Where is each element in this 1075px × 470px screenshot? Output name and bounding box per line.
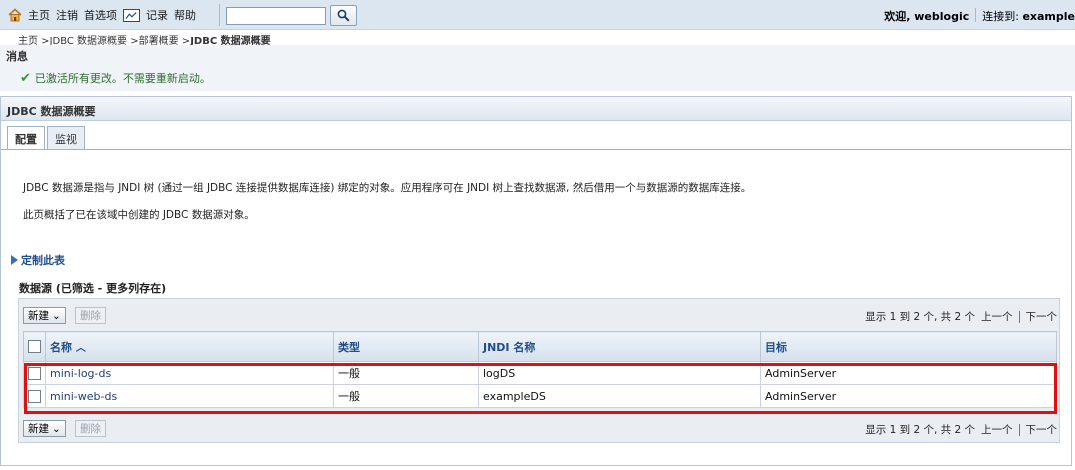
- column-header-target[interactable]: 目标: [760, 331, 1057, 362]
- select-all-checkbox[interactable]: [28, 340, 41, 354]
- table-controls-bottom: 新建 ⌄ 删除 显示 1 到 2 个, 共 2 个 上一个 下一个: [23, 419, 1057, 439]
- success-message: ✔ 已激活所有更改。不需要重新启动。: [20, 70, 211, 86]
- select-all-header: [23, 331, 46, 362]
- dropdown-arrow-icon: ⌄: [52, 422, 61, 435]
- column-header-name[interactable]: 名称 ︿: [45, 331, 334, 362]
- check-icon: ✔: [20, 70, 31, 86]
- pager-divider: [1018, 423, 1020, 436]
- type-cell: 一般: [333, 361, 479, 385]
- summary-text: 此页概括了已在该域中创建的 JDBC 数据源对象。: [23, 209, 255, 221]
- connection-info: 连接到: example: [982, 8, 1075, 24]
- pager-info: 显示 1 到 2 个, 共 2 个: [865, 424, 975, 436]
- row-checkbox[interactable]: [28, 389, 41, 403]
- name-cell: mini-web-ds: [45, 384, 334, 408]
- connected-domain: example: [1022, 10, 1075, 23]
- new-button[interactable]: 新建 ⌄: [23, 420, 66, 437]
- pager-previous[interactable]: 上一个: [981, 309, 1013, 324]
- delete-button[interactable]: 删除: [75, 420, 106, 437]
- new-button-label: 新建: [28, 310, 49, 322]
- jndi-cell: exampleDS: [478, 384, 761, 408]
- dropdown-arrow-icon: ⌄: [52, 309, 61, 322]
- sort-ascending-icon[interactable]: ︿: [76, 343, 86, 354]
- message-area: 消息 ✔ 已激活所有更改。不需要重新启动。: [0, 45, 1075, 91]
- pager: 显示 1 到 2 个, 共 2 个 上一个 下一个: [865, 422, 1057, 437]
- tab-bar: 配置 监视: [7, 126, 85, 150]
- customize-table-label: 定制此表: [21, 254, 65, 267]
- user-status: 欢迎, weblogic 连接到: example: [884, 8, 1075, 24]
- message-title: 消息: [6, 50, 28, 63]
- row-select-cell: [23, 384, 46, 408]
- search-button[interactable]: [330, 5, 357, 26]
- datasource-link[interactable]: mini-web-ds: [50, 390, 117, 403]
- tab-configuration[interactable]: 配置: [7, 126, 45, 150]
- search-input[interactable]: [226, 7, 326, 25]
- record-icon[interactable]: [123, 8, 140, 22]
- column-header-jndi[interactable]: JNDI 名称: [478, 331, 761, 362]
- pager-previous[interactable]: 上一个: [981, 422, 1013, 437]
- success-message-text: 已激活所有更改。不需要重新启动。: [34, 72, 211, 85]
- target-cell: AdminServer: [760, 384, 1057, 408]
- nav-record[interactable]: 记录: [146, 7, 168, 23]
- tab-content: JDBC 数据源是指与 JNDI 树 (通过一组 JDBC 连接提供数据库连接)…: [1, 150, 1071, 465]
- delete-button[interactable]: 删除: [75, 307, 106, 324]
- expand-triangle-icon: [11, 255, 18, 265]
- pager-next[interactable]: 下一个: [1026, 422, 1058, 437]
- table-title: 数据源 (已筛选 - 更多列存在): [19, 282, 167, 295]
- table-row: mini-web-ds 一般 exampleDS AdminServer: [23, 384, 1057, 408]
- name-cell: mini-log-ds: [45, 361, 334, 385]
- row-checkbox[interactable]: [28, 366, 41, 380]
- description-text: JDBC 数据源是指与 JNDI 树 (通过一组 JDBC 连接提供数据库连接)…: [23, 182, 752, 194]
- pager-info: 显示 1 到 2 个, 共 2 个: [865, 311, 975, 323]
- target-cell: AdminServer: [760, 361, 1057, 385]
- column-header-type[interactable]: 类型: [333, 331, 479, 362]
- top-nav: 主页 注销 首选项 记录 帮助: [8, 7, 196, 23]
- nav-home[interactable]: 主页: [28, 7, 50, 23]
- status-divider: [975, 8, 977, 22]
- top-toolbar: 主页 注销 首选项 记录 帮助 欢迎, weblogic 连接到: exampl…: [0, 0, 1075, 30]
- welcome-text: 欢迎, weblogic: [884, 10, 970, 23]
- toolbar-divider: [219, 4, 220, 26]
- column-name-label: 名称: [50, 340, 72, 354]
- table-row: mini-log-ds 一般 logDS AdminServer: [23, 361, 1057, 385]
- customize-table-link[interactable]: 定制此表: [11, 252, 65, 268]
- row-select-cell: [23, 361, 46, 385]
- datasource-table: 名称 ︿ 类型 JNDI 名称 目标 mini-log-ds 一般 logDS …: [23, 331, 1057, 408]
- type-cell: 一般: [333, 384, 479, 408]
- jndi-cell: logDS: [478, 361, 761, 385]
- datasource-table-container: 新建 ⌄ 删除 显示 1 到 2 个, 共 2 个 上一个 下一个 名称 ︿ 类…: [18, 298, 1060, 443]
- new-button-label: 新建: [28, 423, 49, 435]
- jdbc-summary-panel: JDBC 数据源概要 配置 监视 JDBC 数据源是指与 JNDI 树 (通过一…: [0, 96, 1072, 466]
- datasource-link[interactable]: mini-log-ds: [50, 367, 111, 380]
- nav-preferences[interactable]: 首选项: [84, 7, 117, 23]
- home-icon[interactable]: [8, 8, 22, 22]
- nav-logout[interactable]: 注销: [56, 7, 78, 23]
- tab-monitoring[interactable]: 监视: [47, 126, 85, 149]
- search-icon: [337, 9, 350, 22]
- pager: 显示 1 到 2 个, 共 2 个 上一个 下一个: [865, 309, 1057, 324]
- connected-label: 连接到:: [982, 10, 1019, 23]
- table-header-row: 名称 ︿ 类型 JNDI 名称 目标: [23, 331, 1057, 362]
- table-controls-top: 新建 ⌄ 删除 显示 1 到 2 个, 共 2 个 上一个 下一个: [23, 306, 1057, 326]
- panel-title: JDBC 数据源概要: [1, 97, 1071, 121]
- new-button[interactable]: 新建 ⌄: [23, 307, 66, 324]
- pager-divider: [1018, 310, 1020, 323]
- pager-next[interactable]: 下一个: [1026, 309, 1058, 324]
- nav-help[interactable]: 帮助: [174, 7, 196, 23]
